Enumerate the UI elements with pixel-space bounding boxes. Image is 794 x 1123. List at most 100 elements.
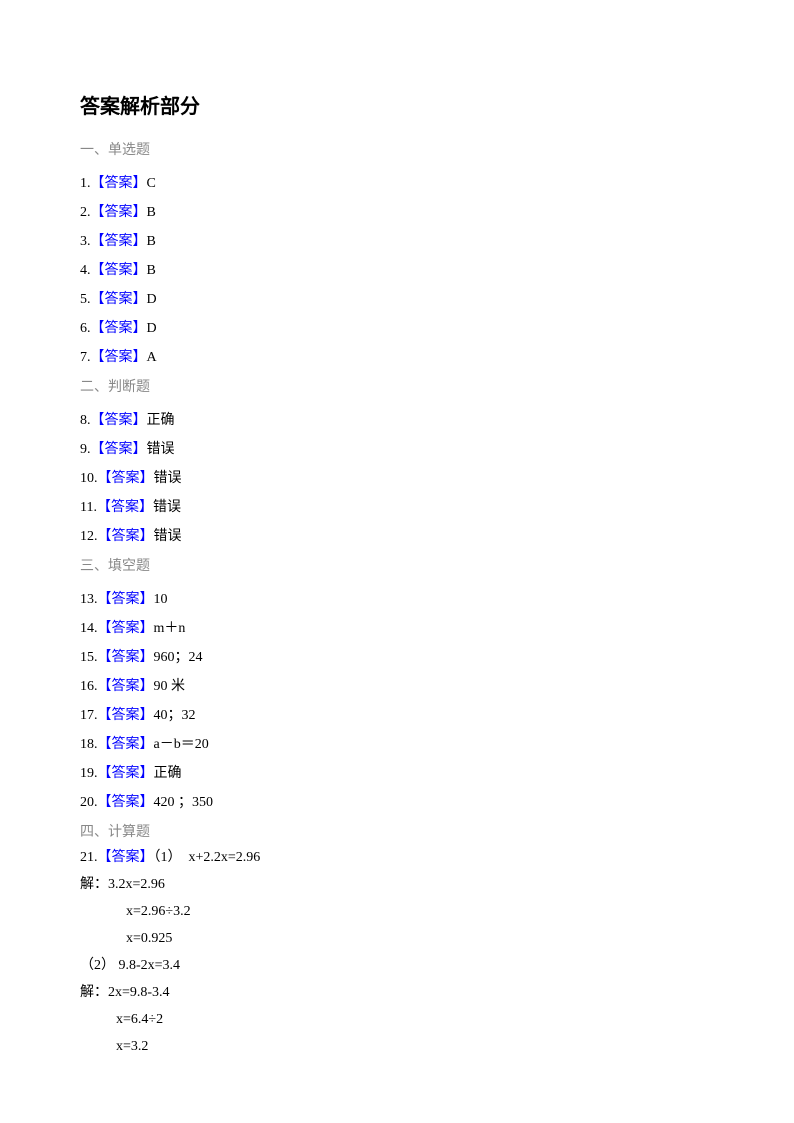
answer-tag: 【答案】: [98, 650, 154, 665]
calc-expression: x=6.4÷2: [116, 1012, 163, 1027]
answer-value: D: [147, 321, 157, 336]
section-header-calculation: 四、计算题: [80, 821, 714, 841]
answer-item: 18.【答案】a－b＝20: [80, 734, 714, 755]
answer-tag: 【答案】: [98, 592, 154, 607]
page-title: 答案解析部分: [80, 90, 714, 119]
answer-item: 5.【答案】D: [80, 289, 714, 310]
calc-step: x=6.4÷2: [80, 1009, 714, 1030]
answer-tag: 【答案】: [98, 708, 154, 723]
answer-item: 20.【答案】420 ；350: [80, 792, 714, 813]
answer-item: 4.【答案】B: [80, 260, 714, 281]
calc-step: （2） 9.8-2x=3.4: [80, 955, 714, 976]
item-number: 19.: [80, 766, 98, 781]
answer-item: 3.【答案】B: [80, 231, 714, 252]
answer-item: 15.【答案】960；24: [80, 647, 714, 668]
answer-value: A: [147, 350, 157, 365]
answer-value: 90 米: [154, 679, 186, 694]
section-header-judgment: 二、判断题: [80, 376, 714, 396]
answer-item: 12.【答案】错误: [80, 526, 714, 547]
answer-tag: 【答案】: [98, 737, 154, 752]
item-number: 9.: [80, 442, 91, 457]
solve-label: 解：: [80, 985, 108, 1000]
answer-item: 10.【答案】错误: [80, 468, 714, 489]
item-number: 4.: [80, 263, 91, 278]
answer-value: D: [147, 292, 157, 307]
item-number: 11.: [80, 500, 97, 515]
answer-value: 正确: [147, 413, 175, 428]
answer-tag: 【答案】: [91, 442, 147, 457]
answer-item: 6.【答案】D: [80, 318, 714, 339]
section-header-single-choice: 一、单选题: [80, 139, 714, 159]
item-number: 21.: [80, 850, 98, 865]
answer-tag: 【答案】: [98, 621, 154, 636]
answer-tag: 【答案】: [91, 292, 147, 307]
section-header-fill-blank: 三、填空题: [80, 555, 714, 575]
item-number: 2.: [80, 205, 91, 220]
answer-item: 2.【答案】B: [80, 202, 714, 223]
item-number: 5.: [80, 292, 91, 307]
calc-expression: 3.2x=2.96: [108, 877, 165, 892]
answer-tag: 【答案】: [91, 176, 147, 191]
calc-step: 解：2x=9.8-3.4: [80, 982, 714, 1003]
answer-tag: 【答案】: [91, 350, 147, 365]
answer-tag: 【答案】: [98, 679, 154, 694]
answer-value: 960；24: [154, 650, 203, 665]
calc-step: x=0.925: [80, 928, 714, 949]
answer-item: 21.【答案】（1） x+2.2x=2.96: [80, 847, 714, 868]
answer-value: 10: [154, 592, 168, 607]
answer-value: 错误: [154, 471, 182, 486]
solve-label: 解：: [80, 877, 108, 892]
calc-expression: x=2.96÷3.2: [126, 904, 191, 919]
answer-value: B: [147, 234, 156, 249]
answer-item: 8.【答案】正确: [80, 410, 714, 431]
item-number: 14.: [80, 621, 98, 636]
answer-value: 错误: [147, 442, 175, 457]
answer-item: 11.【答案】错误: [80, 497, 714, 518]
answer-tag: 【答案】: [97, 500, 153, 515]
answer-tag: 【答案】: [98, 766, 154, 781]
answer-value: B: [147, 205, 156, 220]
answer-value: 正确: [154, 766, 182, 781]
item-number: 8.: [80, 413, 91, 428]
item-number: 16.: [80, 679, 98, 694]
answer-tag: 【答案】: [91, 263, 147, 278]
answer-tag: 【答案】: [91, 321, 147, 336]
answer-tag: 【答案】: [98, 795, 154, 810]
answer-item: 14.【答案】m＋n: [80, 618, 714, 639]
equation: 9.8-2x=3.4: [119, 958, 181, 973]
item-number: 6.: [80, 321, 91, 336]
answer-item: 7.【答案】A: [80, 347, 714, 368]
answer-tag: 【答案】: [91, 234, 147, 249]
answer-value: a－b＝20: [154, 737, 209, 752]
item-number: 13.: [80, 592, 98, 607]
answer-tag: 【答案】: [98, 529, 154, 544]
answer-item: 13.【答案】10: [80, 589, 714, 610]
answer-tag: 【答案】: [98, 850, 154, 865]
answer-value: 错误: [154, 529, 182, 544]
answer-tag: 【答案】: [98, 471, 154, 486]
item-number: 18.: [80, 737, 98, 752]
calc-expression: x=0.925: [126, 931, 172, 946]
item-number: 12.: [80, 529, 98, 544]
answer-value: 错误: [153, 500, 181, 515]
item-number: 3.: [80, 234, 91, 249]
calc-expression: x=3.2: [116, 1039, 148, 1054]
item-number: 7.: [80, 350, 91, 365]
answer-item: 16.【答案】90 米: [80, 676, 714, 697]
calc-expression: 2x=9.8-3.4: [108, 985, 170, 1000]
item-number: 1.: [80, 176, 91, 191]
item-number: 20.: [80, 795, 98, 810]
part-label: （2）: [80, 958, 115, 973]
answer-value: 40；32: [154, 708, 196, 723]
calc-step: x=3.2: [80, 1036, 714, 1057]
answer-item: 19.【答案】正确: [80, 763, 714, 784]
answer-value: 420 ；350: [154, 795, 214, 810]
item-number: 17.: [80, 708, 98, 723]
answer-tag: 【答案】: [91, 413, 147, 428]
answer-value: C: [147, 176, 156, 191]
answer-item: 17.【答案】40；32: [80, 705, 714, 726]
item-number: 15.: [80, 650, 98, 665]
answer-value: B: [147, 263, 156, 278]
part-label: （1）: [154, 850, 182, 865]
answer-item: 9.【答案】错误: [80, 439, 714, 460]
